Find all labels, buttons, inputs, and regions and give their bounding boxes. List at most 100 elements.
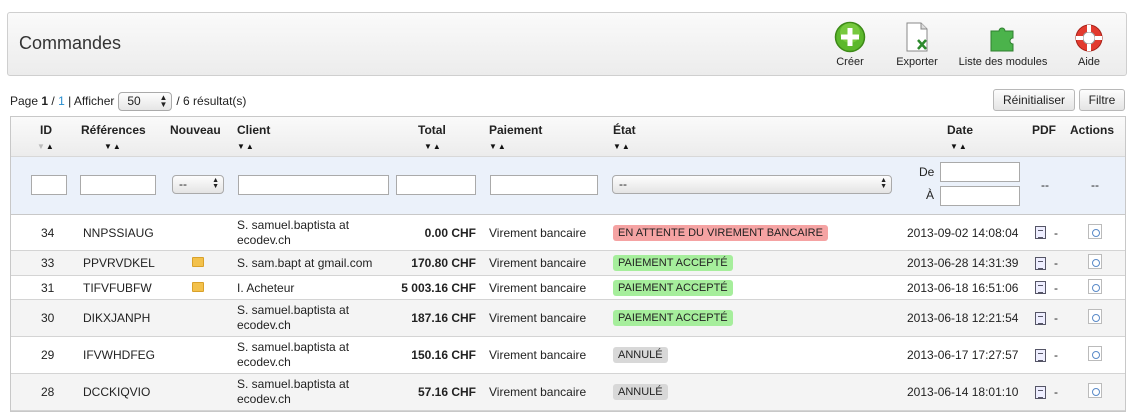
table-row[interactable]: 34 NNPSSIAUG S. samuel.baptista at ecodev.c… (11, 215, 1125, 251)
payment-method: Virement bancaire (489, 348, 587, 362)
reset-filters-button[interactable]: Réinitialiser (993, 89, 1075, 111)
view-order-icon[interactable] (1088, 383, 1102, 398)
order-id: 31 (41, 280, 55, 295)
page-title: Commandes (19, 33, 122, 53)
date-from-label: De (919, 165, 935, 179)
client-line-2: ecodev.ch (237, 355, 291, 369)
delivery-slip-dash: - (1054, 385, 1058, 399)
orders-table: ID ▼▲ Références ▼▲ Nouveau Client ▼▲ To… (10, 116, 1126, 412)
order-reference: NNPSSIAUG (83, 225, 154, 240)
filter-state-value: -- (619, 177, 627, 191)
client-cell: S. samuel.baptista at ecodev.ch (237, 303, 349, 333)
payment-method: Virement bancaire (489, 280, 587, 295)
sort-client-icon[interactable]: ▼▲ (237, 142, 255, 151)
filter-new-value: -- (179, 177, 187, 191)
column-actions: Actions (1070, 123, 1115, 137)
column-state[interactable]: État (613, 123, 636, 137)
delivery-slip-dash: - (1054, 225, 1058, 240)
filter-state-select[interactable]: -- ▲ ▼ (612, 175, 892, 194)
view-order-icon[interactable] (1088, 254, 1102, 269)
filter-pdf-placeholder: -- (1041, 178, 1049, 192)
filter-payment-input[interactable] (490, 175, 598, 195)
view-order-icon[interactable] (1088, 278, 1102, 294)
filter-total-input[interactable] (396, 175, 476, 195)
order-id: 29 (41, 348, 55, 362)
filter-button[interactable]: Filtre (1079, 89, 1125, 111)
payment-method: Virement bancaire (489, 311, 587, 325)
help-button[interactable]: Aide (1044, 21, 1134, 75)
sort-date-icon[interactable]: ▼▲ (950, 142, 968, 151)
table-row[interactable]: 30 DIKXJANPH S. samuel.baptista at ecodev.c… (11, 300, 1125, 337)
date-to-input[interactable] (940, 186, 1020, 206)
page-toolbar: Commandes Créer Exporter Liste des modul… (7, 12, 1127, 76)
filter-ref-input[interactable] (80, 175, 156, 195)
invoice-pdf-icon[interactable] (1035, 226, 1046, 239)
export-button[interactable]: Exporter (872, 21, 962, 75)
sort-id-icon[interactable]: ▼▲ (37, 142, 55, 151)
view-order-icon[interactable] (1088, 223, 1102, 239)
date-to-label: À (926, 188, 935, 202)
invoice-pdf-icon[interactable] (1035, 281, 1046, 294)
view-order-icon[interactable] (1088, 346, 1102, 361)
table-row[interactable]: 28 DCCKIQVIO S. samuel.baptista at ecodev.c… (11, 374, 1125, 411)
view-order-icon[interactable] (1088, 309, 1102, 324)
page-prefix: Page (10, 94, 39, 108)
column-payment[interactable]: Paiement (489, 123, 542, 137)
order-total: 170.80 CHF (411, 256, 476, 270)
sort-state-icon[interactable]: ▼▲ (613, 142, 631, 151)
order-date: 2013-06-14 18:01:10 (907, 385, 1019, 399)
payment-method: Virement bancaire (489, 385, 587, 399)
client-line-2: ecodev.ch (237, 392, 291, 406)
per-page-select[interactable]: 50 ▲ ▼ (118, 91, 173, 111)
sort-total-icon[interactable]: ▼▲ (424, 142, 442, 151)
puzzle-icon (987, 21, 1019, 53)
lifebuoy-icon (1073, 21, 1105, 53)
table-header: ID ▼▲ Références ▼▲ Nouveau Client ▼▲ To… (11, 117, 1125, 157)
order-reference: IFVWHDFEG (83, 348, 155, 362)
new-message-icon[interactable] (192, 257, 204, 267)
order-date: 2013-06-18 12:21:54 (907, 311, 1019, 325)
invoice-pdf-icon[interactable] (1035, 311, 1046, 325)
order-state-badge: PAIEMENT ACCEPTÉ (613, 279, 733, 296)
column-client[interactable]: Client (237, 123, 270, 137)
order-total: 187.16 CHF (411, 311, 476, 325)
column-total[interactable]: Total (418, 123, 446, 137)
order-id: 30 (41, 311, 55, 325)
filter-new-select[interactable]: -- ▲ ▼ (172, 175, 224, 194)
column-references[interactable]: Références (81, 123, 146, 137)
order-id: 34 (41, 225, 55, 240)
total-pages[interactable]: 1 (58, 94, 65, 108)
export-label: Exporter (896, 56, 938, 68)
order-date: 2013-06-17 17:27:57 (907, 348, 1019, 362)
client-cell: I. Acheteur (237, 280, 295, 295)
column-date[interactable]: Date (947, 123, 973, 137)
invoice-pdf-icon[interactable] (1035, 385, 1046, 399)
order-reference: TIFVFUBFW (83, 280, 152, 295)
delivery-slip-dash: - (1054, 348, 1058, 362)
order-id: 28 (41, 385, 55, 399)
new-message-icon[interactable] (192, 281, 204, 292)
table-row[interactable]: 29 IFVWHDFEG S. samuel.baptista at ecodev.c… (11, 337, 1125, 374)
date-from-input[interactable] (940, 162, 1020, 182)
client-line-2: ecodev.ch (237, 232, 291, 247)
filter-client-input[interactable] (238, 175, 389, 195)
select-arrows-icon: ▲ ▼ (159, 93, 168, 109)
client-line-2: ecodev.ch (237, 318, 291, 332)
results-count: / 6 résultat(s) (176, 94, 247, 108)
table-row[interactable]: 33 PPVRVDKEL S. sam.bapt at gmail.com 170.8… (11, 251, 1125, 276)
sort-ref-icon[interactable]: ▼▲ (104, 142, 122, 151)
table-row[interactable]: 31 TIFVFUBFW I. Acheteur 5 003.16 CHF Vireme… (11, 276, 1125, 300)
column-id[interactable]: ID (40, 123, 52, 137)
sort-payment-icon[interactable]: ▼▲ (489, 142, 507, 151)
order-state-badge: EN ATTENTE DU VIREMENT BANCAIRE (613, 224, 828, 241)
filter-id-input[interactable] (31, 175, 67, 195)
invoice-pdf-icon[interactable] (1035, 256, 1046, 270)
plus-circle-icon (834, 21, 866, 53)
payment-method: Virement bancaire (489, 225, 587, 240)
invoice-pdf-icon[interactable] (1035, 348, 1046, 362)
help-label: Aide (1077, 56, 1101, 68)
per-page-value: 50 (127, 94, 141, 108)
payment-method: Virement bancaire (489, 256, 587, 270)
modules-list-button[interactable]: Liste des modules (958, 21, 1048, 75)
column-pdf: PDF (1032, 123, 1056, 137)
